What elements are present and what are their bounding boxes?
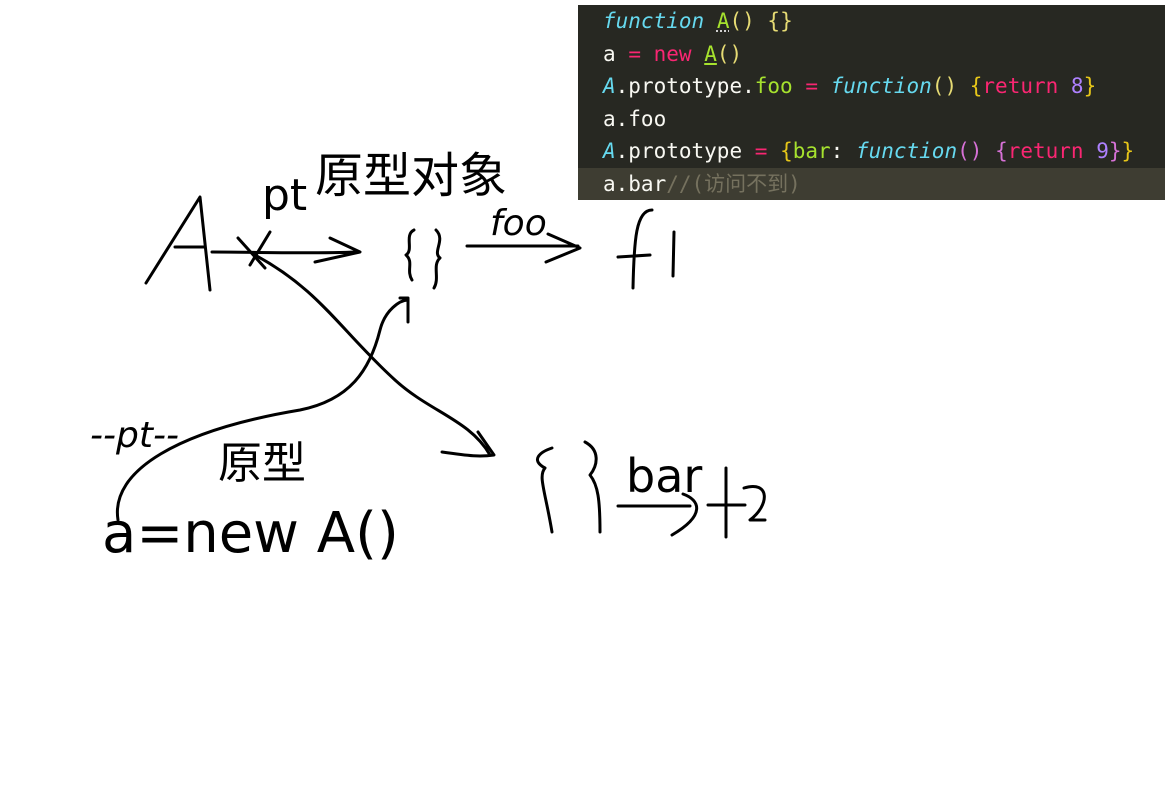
cross-out-mark <box>236 230 272 270</box>
code-token: .prototype <box>615 139 743 163</box>
code-token: = <box>754 139 768 163</box>
code-token: foo <box>754 74 793 98</box>
code-line: a = new A() <box>578 38 1165 71</box>
code-token: a.foo <box>603 106 667 131</box>
pt-top-label: pt <box>262 170 307 221</box>
code-token: () <box>729 9 755 33</box>
code-editor-panel: function A() {} a = new A() A.prototype.fo… <box>578 5 1165 200</box>
code-token: //(访问不到) <box>666 171 801 196</box>
code-token: { <box>780 139 793 163</box>
code-token: { <box>995 139 1008 163</box>
code-token: () <box>931 74 958 98</box>
empty-object-2-strokes <box>535 440 602 534</box>
code-token: { <box>969 74 983 98</box>
code-token: .prototype. <box>615 74 755 98</box>
code-token: return <box>982 74 1059 98</box>
code-token: a.bar <box>603 171 667 196</box>
code-line: a.bar//(访问不到) <box>578 167 1165 200</box>
code-line: A.prototype.foo = function() {return 8} <box>578 70 1165 103</box>
a-node-strokes <box>144 195 212 292</box>
proto-object-label: 原型对象 <box>315 148 507 204</box>
code-token: function <box>830 74 932 98</box>
new-proto-arrow <box>253 253 496 458</box>
code-token: new <box>653 41 692 66</box>
code-token: function <box>603 9 705 33</box>
bar-edge-label: bar <box>626 449 702 503</box>
code-token: 9 <box>1096 139 1109 163</box>
code-token: 8 <box>1070 74 1084 98</box>
proto-label-2: 原型 <box>218 438 306 489</box>
foo-edge-label: foo <box>490 203 547 244</box>
code-token: bar <box>792 139 831 163</box>
code-token: : <box>830 139 856 163</box>
f1-node-strokes <box>616 208 676 290</box>
empty-object-1-strokes <box>404 228 442 290</box>
code-line: a.foo <box>578 103 1165 136</box>
code-line: function A() {} <box>578 5 1165 38</box>
code-token: A <box>603 74 616 98</box>
code-token: A <box>603 139 616 163</box>
code-token: () <box>957 139 983 163</box>
code-token: = <box>805 74 818 98</box>
f2-node-strokes <box>706 466 767 539</box>
code-token: A <box>716 9 730 33</box>
code-token: A <box>704 41 717 66</box>
code-token: } <box>1083 74 1097 98</box>
pt-dashed-label: --pt-- <box>90 415 179 456</box>
code-token: } <box>1108 139 1122 163</box>
code-token: = <box>628 41 641 66</box>
instance-expression: a=new A() <box>102 501 399 566</box>
code-token: {} <box>767 9 793 33</box>
code-token: function <box>855 139 958 163</box>
code-token: return <box>1007 139 1084 163</box>
a-to-proto-arrow <box>210 236 362 264</box>
code-token: a <box>603 41 616 66</box>
code-token: } <box>1121 139 1135 163</box>
code-line: A.prototype = {bar: function() {return 9… <box>578 135 1165 168</box>
code-token: () <box>716 41 743 66</box>
